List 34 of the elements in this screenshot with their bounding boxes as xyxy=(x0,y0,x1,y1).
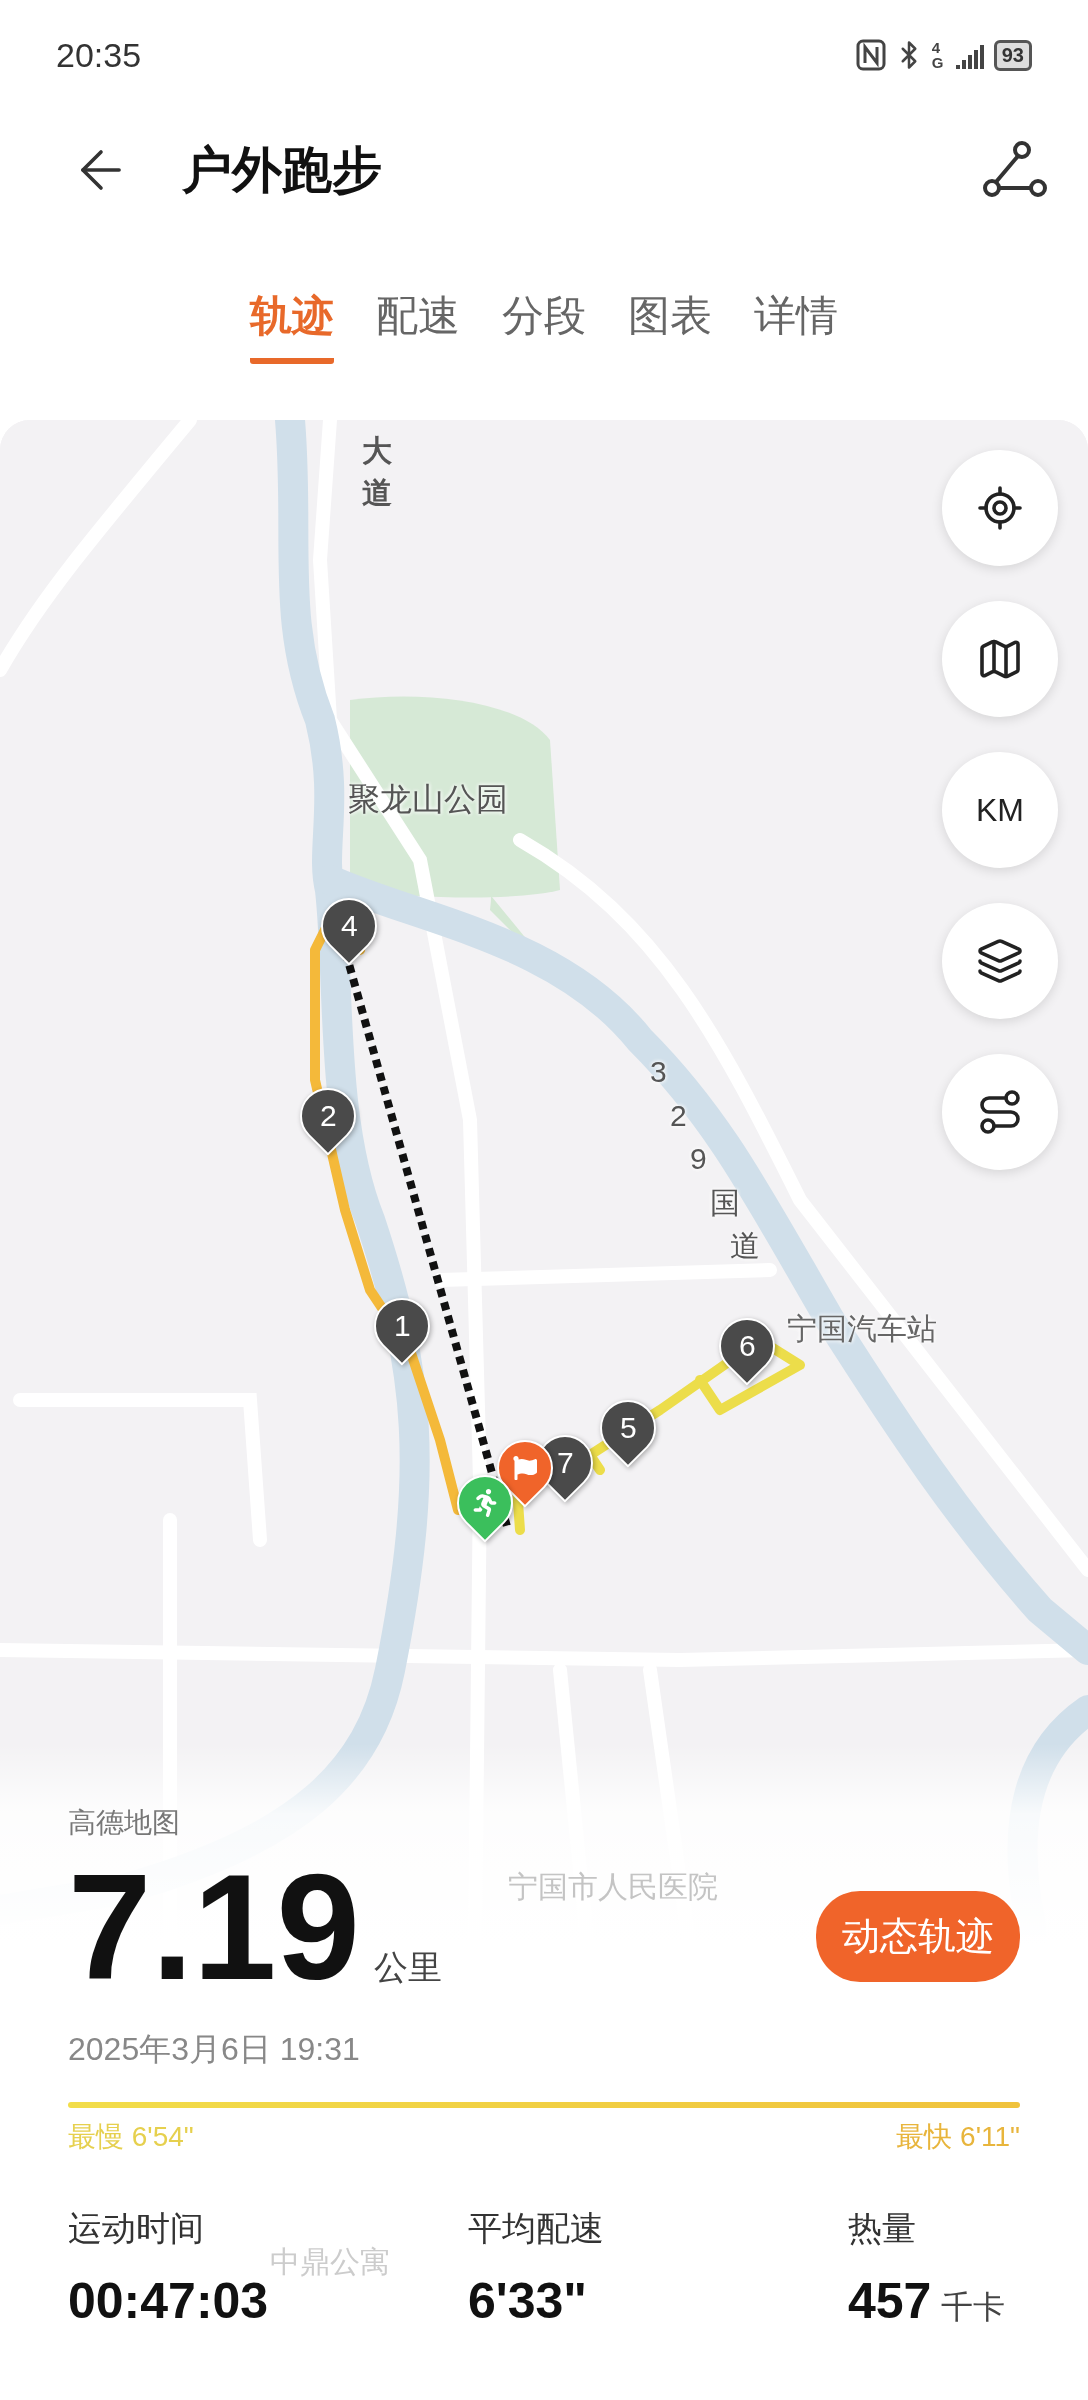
stat-unit: 千卡 xyxy=(941,2288,1006,2327)
network-type: 4G xyxy=(931,40,945,70)
park-label: 聚龙山公园 xyxy=(348,782,508,818)
tab[interactable]: 轨迹 xyxy=(250,276,334,364)
share-button[interactable] xyxy=(982,140,1048,200)
map-provider-label: 高德地图 xyxy=(68,1806,180,1840)
stat-label: 运动时间 xyxy=(68,2208,205,2249)
tab[interactable]: 详情 xyxy=(754,276,838,364)
nfc-icon xyxy=(855,39,886,71)
stat-value: 00:47:03 xyxy=(68,2272,269,2330)
stat-label: 热量 xyxy=(848,2208,917,2249)
flag-icon xyxy=(513,1456,537,1480)
page-title: 户外跑步 xyxy=(182,140,383,200)
layers-icon xyxy=(976,937,1024,985)
locate-icon xyxy=(976,484,1024,532)
place-label: 宁国市人民医院 xyxy=(508,1870,718,1903)
stat-label: 平均配速 xyxy=(468,2208,605,2249)
tab[interactable]: 分段 xyxy=(502,276,586,364)
road-label: 大道 xyxy=(362,433,392,511)
runner-icon xyxy=(471,1489,499,1517)
place-label: 宁国汽车站 xyxy=(787,1312,937,1345)
replay-track-button[interactable]: 动态轨迹 xyxy=(816,1891,1020,1982)
distance-value: 7.19 xyxy=(68,1852,360,2002)
run-date: 2025年3月6日 19:31 xyxy=(68,2030,361,2069)
fastest-pace: 最快 6'11" xyxy=(896,2120,1020,2154)
tab[interactable]: 配速 xyxy=(376,276,460,364)
stat-value: 6'33" xyxy=(468,2272,588,2330)
tab[interactable]: 图表 xyxy=(628,276,712,364)
stat-value: 457 xyxy=(848,2272,932,2330)
distance-unit: 公里 xyxy=(373,1947,442,1988)
slowest-pace: 最慢 6'54" xyxy=(68,2120,194,2154)
battery-level: 93 xyxy=(993,39,1032,71)
road-label: 329国道 xyxy=(650,1054,760,1264)
status-time: 20:35 xyxy=(56,35,142,75)
